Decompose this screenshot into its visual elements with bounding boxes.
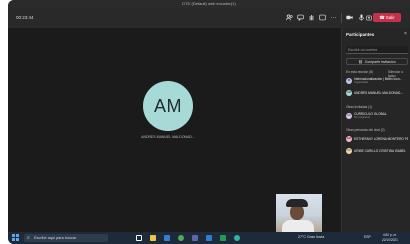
meeting-stage: AM ANDRES MANUEL MALDONAD... [8,28,341,232]
self-view-video[interactable] [276,194,322,232]
participant-status: Sin respuesta [354,116,370,119]
share-invite-button[interactable]: ⛓ Compartir invitación [346,58,408,65]
avatar-initials: AM [154,95,182,116]
self-view-person-body [282,220,314,232]
edge-icon[interactable] [234,235,240,241]
windows-start-icon[interactable] [12,234,19,241]
section-other-chat[interactable]: Otras personas del chat (2) [346,128,385,132]
share-icon[interactable] [365,14,372,21]
participants-panel: Participantes × Escribir un nombre ⛓ Com… [341,28,410,232]
teams-meeting-window: DTD (Default) web encoder(1) 00:23:44 ··… [8,0,410,244]
search-icon: ⌕ [27,235,30,241]
phone-icon: ☎ [379,14,385,20]
mic-icon[interactable] [358,14,365,21]
leave-label: Salir [385,15,395,20]
meeting-timer: 00:23:44 [16,15,34,20]
participant-name: URIBE CARILLO CRISTINA ISABEL [354,148,406,153]
participant-row[interactable]: CG CURRICULO GLOBAL Sin respuesta [346,111,408,120]
avatar: CG [346,112,352,119]
avatar: EM [346,135,352,142]
windows-taskbar: Escribe aquí para buscar ⌕ 27°C Gran llu… [8,232,410,244]
avatar: UC [346,147,352,154]
participant-row[interactable]: AM ANDRES MANUEL MALDONAD... [346,88,408,97]
file-explorer-icon[interactable] [150,235,156,241]
leave-button[interactable]: ☎ Salir [373,13,401,22]
section-in-meeting[interactable]: En esta reunión (8) [346,70,373,74]
task-view-icon[interactable] [136,235,142,241]
participant-row[interactable]: EM ESTHEFANY LORENA MONTERO PESAS [346,134,408,143]
participant-name: ESTHEFANY LORENA MONTERO PESAS [354,136,408,141]
close-icon[interactable]: × [404,31,407,37]
more-icon[interactable]: ··· [330,14,337,21]
panel-title: Participantes [346,32,375,37]
excel-icon[interactable] [220,235,226,241]
store-icon[interactable] [164,235,170,241]
chat-icon[interactable] [297,14,304,21]
taskbar-search-input[interactable]: Escribe aquí para buscar [24,234,108,242]
toolbar-divider [341,13,342,23]
camera-icon[interactable] [346,14,353,21]
people-icon[interactable] [286,14,293,21]
participant-search-input[interactable]: Escribir un nombre [346,46,408,54]
presenter-avatar: AM [143,81,193,131]
participant-row[interactable]: IB Internacionalización | Bellin Icon...… [346,76,408,85]
language-indicator[interactable]: ESP [364,235,371,239]
link-icon: ⛓ [358,59,363,64]
chrome-icon[interactable] [178,235,184,241]
avatar: AM [346,89,352,96]
meeting-toolbar: 00:23:44 ··· ☎ Salir [8,8,410,28]
participant-row[interactable]: UC URIBE CARILLO CRISTINA ISABEL [346,146,408,155]
hand-icon[interactable] [308,14,315,21]
word-icon[interactable] [206,235,212,241]
system-clock[interactable]: 4:52 p. m. 22/10/2021 [382,233,398,242]
share-invite-label: Compartir invitación [364,59,396,64]
section-other-invited[interactable]: Otras invitadas (1) [346,105,372,109]
weather-widget[interactable]: 27°C Gran lluvia [298,235,324,239]
title-bar: DTD (Default) web encoder(1) [8,0,410,8]
participant-role: Organizador [354,81,369,84]
layout-icon[interactable] [319,14,326,21]
self-view-person-hat [286,199,308,207]
participant-name: ANDRES MANUEL MALDONAD... [354,90,403,95]
avatar: IB [346,77,352,84]
teams-icon[interactable] [192,235,198,241]
presenter-name: ANDRES MANUEL MALDONAD... [141,135,195,139]
clock-date: 22/10/2021 [382,237,398,242]
clock-time: 4:52 p. m. [382,233,398,237]
window-title: DTD (Default) web encoder(1) [182,1,236,6]
